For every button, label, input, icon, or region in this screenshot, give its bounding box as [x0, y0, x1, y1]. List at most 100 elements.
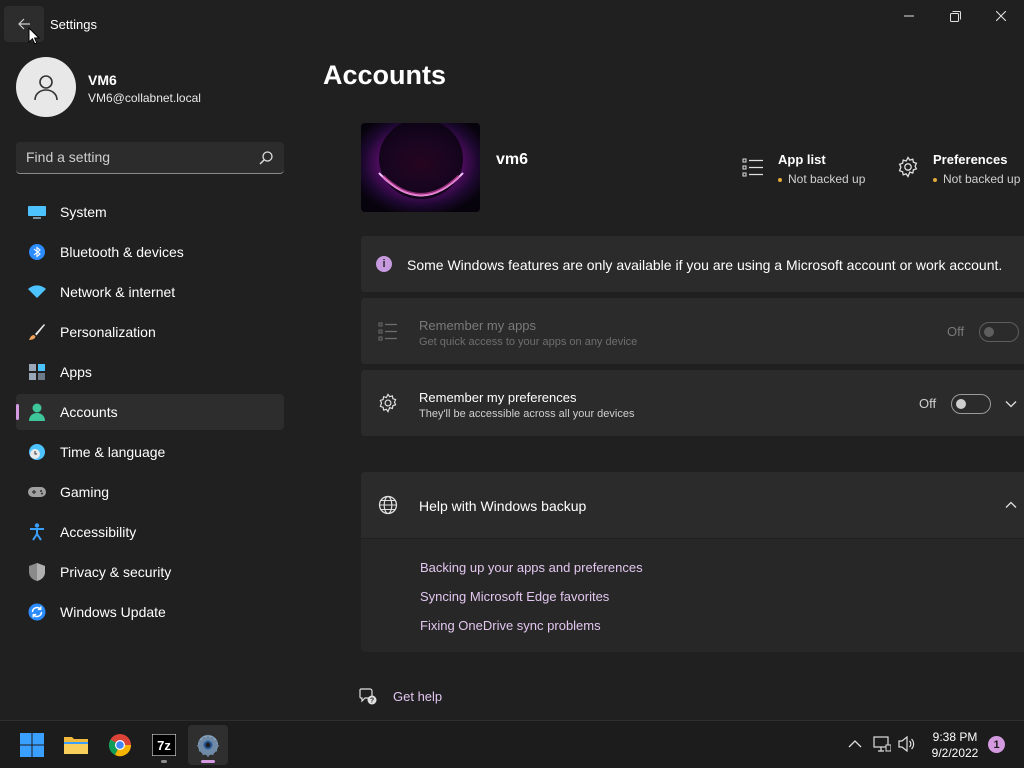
help-link[interactable]: Syncing Microsoft Edge favorites — [420, 589, 609, 604]
network-icon — [873, 736, 891, 752]
mouse-cursor-icon — [28, 27, 40, 45]
help-link[interactable]: Backing up your apps and preferences — [420, 560, 643, 575]
help-section-title: Help with Windows backup — [419, 498, 587, 514]
toggle-knob — [984, 327, 994, 337]
globe-icon — [378, 495, 398, 515]
chevron-up-icon — [848, 740, 862, 748]
brush-icon — [28, 323, 46, 341]
system-icon — [28, 203, 46, 221]
page-title: Accounts — [323, 60, 447, 90]
remember-my-preferences-row[interactable]: Remember my preferences They'll be acces… — [361, 370, 1024, 436]
user-icon — [34, 75, 58, 101]
get-help-icon: ? — [359, 688, 377, 705]
remember-my-preferences-toggle[interactable] — [951, 394, 991, 414]
remember-my-preferences-title: Remember my preferences — [419, 390, 577, 405]
app-list-status-label: Not backed up — [788, 172, 866, 186]
chrome-button[interactable] — [100, 725, 140, 765]
taskbar-clock[interactable]: 9:38 PM 9/2/2022 — [920, 729, 990, 761]
sidebar-item-apps[interactable]: Apps — [16, 354, 284, 390]
help-section-header[interactable]: Help with Windows backup — [361, 472, 1024, 538]
preferences-status-label: Not backed up — [943, 172, 1021, 186]
remember-my-apps-row: Remember my apps Get quick access to you… — [361, 298, 1024, 364]
sidebar-item-time-language[interactable]: Time & language — [16, 434, 284, 470]
file-explorer-button[interactable] — [56, 725, 96, 765]
app-title: Settings — [50, 17, 97, 32]
remember-my-apps-subtitle: Get quick access to your apps on any dev… — [419, 336, 638, 348]
chevron-up-icon[interactable] — [1004, 498, 1018, 512]
wallpaper-image — [361, 123, 480, 212]
minimize-icon — [904, 15, 914, 17]
sidebar-item-bluetooth[interactable]: Bluetooth & devices — [16, 234, 284, 270]
remember-my-preferences-state: Off — [919, 396, 937, 411]
7zip-icon: 7z — [152, 734, 176, 756]
running-indicator — [161, 760, 167, 763]
file-explorer-icon — [64, 737, 88, 754]
sidebar-item-label: Accessibility — [60, 524, 137, 540]
sidebar-item-windows-update[interactable]: Windows Update — [16, 594, 284, 630]
avatar[interactable] — [16, 57, 76, 117]
sidebar-nav: System Bluetooth & devices Network & int… — [16, 194, 284, 634]
info-icon: i — [376, 256, 392, 272]
volume-icon — [898, 736, 915, 752]
sidebar-item-accounts[interactable]: Accounts — [16, 394, 284, 430]
shield-icon — [28, 563, 46, 581]
volume-tray-button[interactable] — [898, 735, 916, 753]
info-message: Some Windows features are only available… — [407, 257, 1003, 273]
clock-globe-icon — [28, 443, 46, 461]
start-icon — [20, 733, 44, 757]
sidebar-item-network[interactable]: Network & internet — [16, 274, 284, 310]
7zip-button[interactable]: 7z — [144, 725, 184, 765]
sidebar-item-accessibility[interactable]: Accessibility — [16, 514, 284, 550]
search-input[interactable] — [26, 142, 246, 172]
svg-text:?: ? — [370, 698, 374, 705]
start-button[interactable] — [12, 725, 52, 765]
search-icon[interactable] — [258, 150, 274, 166]
clock-time: 9:38 PM — [932, 730, 978, 744]
sidebar-item-label: Apps — [60, 364, 92, 380]
gear-icon — [379, 393, 397, 413]
close-icon — [996, 11, 1006, 21]
preferences-status-text: Not backed up — [933, 172, 1020, 186]
search-box[interactable] — [16, 142, 284, 174]
app-list-status-text: Not backed up — [778, 172, 865, 186]
sidebar-item-label: Privacy & security — [60, 564, 172, 580]
bluetooth-icon — [28, 243, 46, 261]
app-list-title: App list — [778, 152, 826, 167]
minimize-button[interactable] — [886, 0, 932, 32]
sidebar-item-label: System — [60, 204, 107, 220]
7zip-text: 7z — [157, 738, 171, 753]
maximize-button[interactable] — [932, 0, 978, 32]
sidebar-item-label: Accounts — [60, 404, 118, 420]
help-section-links: Backing up your apps and preferences Syn… — [361, 539, 1024, 652]
list-icon — [742, 158, 763, 177]
remember-my-preferences-subtitle: They'll be accessible across all your de… — [419, 408, 635, 420]
remember-my-apps-state: Off — [947, 324, 965, 339]
chrome-icon — [108, 734, 132, 757]
notification-badge[interactable]: 1 — [988, 736, 1005, 753]
sidebar-item-label: Windows Update — [60, 604, 166, 620]
maximize-icon — [949, 10, 961, 22]
remember-my-apps-toggle[interactable] — [979, 322, 1019, 342]
device-name: vm6 — [496, 151, 529, 168]
sidebar-item-personalization[interactable]: Personalization — [16, 314, 284, 350]
network-tray-button[interactable] — [873, 735, 891, 753]
device-thumbnail — [361, 123, 480, 212]
sidebar-item-label: Personalization — [60, 324, 156, 340]
warning-dot-icon — [778, 177, 782, 182]
apps-icon — [28, 363, 46, 381]
settings-button[interactable] — [188, 725, 228, 765]
settings-icon — [196, 734, 220, 757]
sidebar-item-system[interactable]: System — [16, 194, 284, 230]
sidebar-item-gaming[interactable]: Gaming — [16, 474, 284, 510]
chevron-down-icon[interactable] — [1004, 397, 1018, 411]
gear-icon — [898, 156, 918, 178]
sidebar-item-privacy-security[interactable]: Privacy & security — [16, 554, 284, 590]
taskbar: 7z 9:38 PM 9/2/2022 1 — [0, 720, 1024, 768]
title-bar: Settings — [0, 0, 1024, 48]
close-button[interactable] — [978, 0, 1024, 32]
show-hidden-icons-button[interactable] — [846, 735, 864, 753]
info-banner: i Some Windows features are only availab… — [361, 236, 1024, 292]
update-icon — [28, 603, 46, 621]
help-link[interactable]: Fixing OneDrive sync problems — [420, 618, 601, 633]
sidebar-item-label: Time & language — [60, 444, 166, 460]
